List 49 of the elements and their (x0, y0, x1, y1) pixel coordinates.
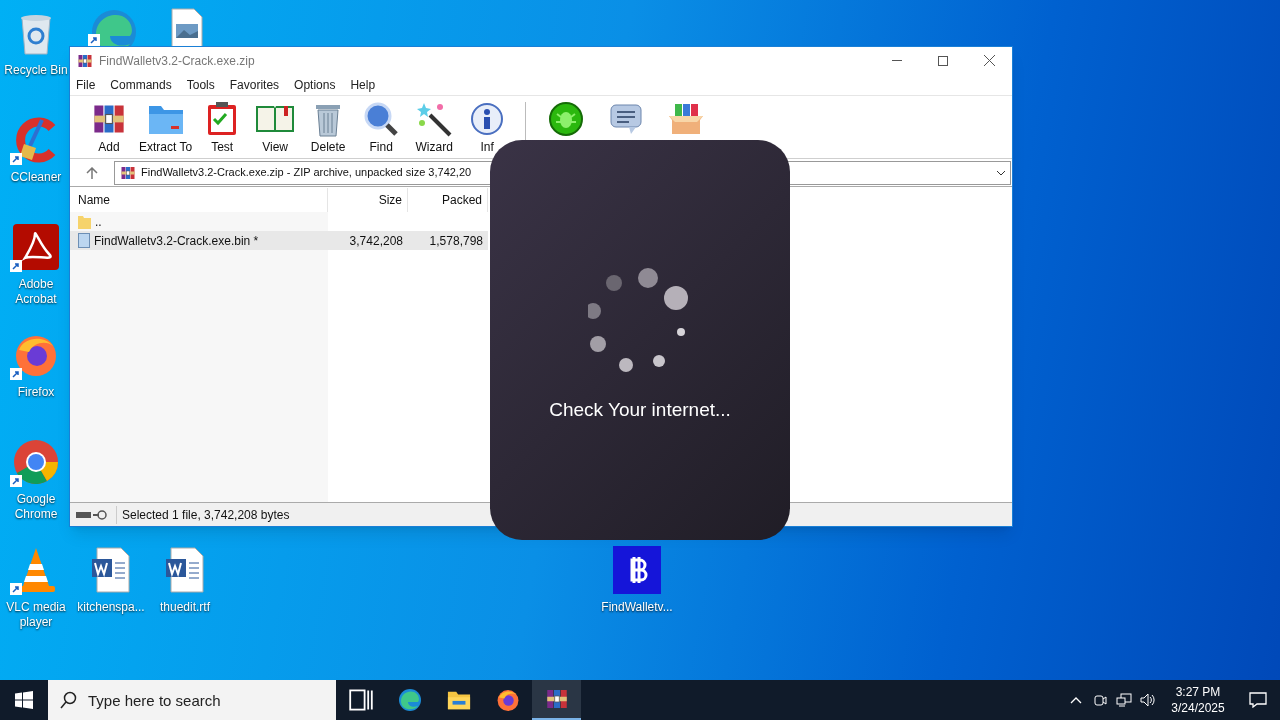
file-name: .. (95, 213, 102, 231)
toolbar-button[interactable]: Delete (303, 100, 354, 156)
window-title: FindWalletv3.2-Crack.exe.zip (99, 52, 255, 70)
toolbar-button[interactable]: Wizard (409, 100, 460, 156)
toolbar-button[interactable]: Add (84, 100, 134, 156)
menu-item[interactable]: Help (350, 75, 376, 94)
minimize-icon (892, 60, 902, 61)
menu-item[interactable]: Favorites (229, 75, 280, 94)
windows-logo-icon (15, 691, 33, 709)
column-header[interactable]: Packed (408, 188, 488, 212)
app-icon (544, 687, 569, 711)
toolbar-icon (363, 100, 400, 138)
close-icon (983, 55, 995, 66)
search-field[interactable]: Type here to search (48, 680, 336, 720)
task-view-icon (348, 688, 373, 712)
menu-item[interactable]: Options (294, 75, 336, 94)
desktop-icon[interactable] (10, 222, 62, 272)
info-icon (470, 100, 505, 138)
packed-size: 1,578,798 (429, 232, 483, 250)
toolbar-button[interactable]: Extract To (137, 100, 195, 156)
clock[interactable]: 3:27 PM 3/24/2025 (1160, 684, 1236, 716)
menu-item[interactable]: Commands (110, 75, 172, 94)
toolbar-icon (549, 100, 584, 138)
desktop-icon[interactable] (611, 545, 663, 595)
file-icon (78, 233, 90, 248)
file-name: FindWalletv3.2-Crack.exe.bin * (94, 232, 259, 250)
file-row[interactable]: FindWalletv3.2-Crack.exe.bin * 3,742,208 1,578,798 (70, 231, 488, 250)
file-row[interactable]: .. (70, 212, 488, 231)
search-icon (60, 691, 78, 709)
status-text: Selected 1 file, 3,742,208 bytes (116, 505, 290, 524)
maximize-icon (938, 55, 948, 66)
app-icon (495, 688, 520, 712)
app-icon (397, 688, 422, 712)
app-icon (77, 52, 93, 69)
toolbar-button[interactable]: Find (356, 100, 407, 156)
archive-icon (120, 164, 136, 181)
toolbar-icon (206, 100, 239, 138)
taskbar-app[interactable] (532, 680, 581, 720)
file-size: 3,742,208 (349, 232, 403, 250)
menu-item[interactable]: File (76, 75, 96, 94)
toolbar-button[interactable]: View (250, 100, 301, 156)
up-arrow-icon (86, 166, 98, 179)
dialog-message: Check Your internet... (549, 398, 731, 422)
toolbar-button[interactable]: Inf (462, 100, 513, 156)
column-header[interactable]: Size (328, 188, 408, 212)
desktop-icon-label[interactable]: FindWalletv... (601, 600, 673, 615)
dropdown-caret-icon (996, 169, 1006, 176)
menu-item[interactable]: Tools (186, 75, 215, 94)
toolbar-button[interactable]: Test (197, 100, 248, 156)
